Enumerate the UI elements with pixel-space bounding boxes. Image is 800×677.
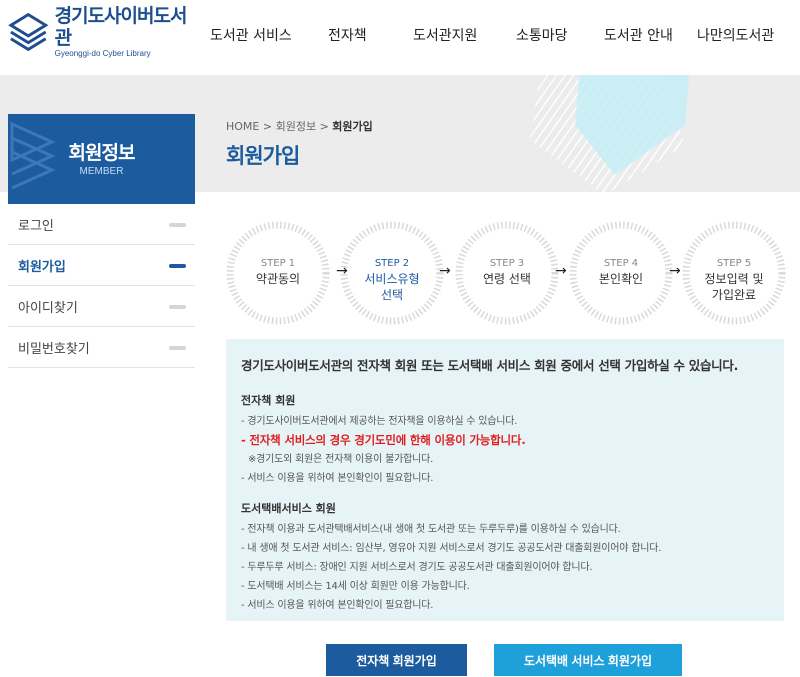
sidebar-menu: 로그인 회원가입 아이디찾기 비밀번호찾기 [8,204,195,368]
delivery-member-heading: 도서택배서비스 회원 [241,502,336,515]
sidebar-item-label: 비밀번호찾기 [18,341,90,357]
breadcrumb-current: 회원가입 [332,120,373,133]
step-label: 연령 선택 [483,272,531,286]
sidebar-item-signup[interactable]: 회원가입 [8,245,195,286]
sidebar-item-label: 아이디찾기 [18,300,78,316]
sidebar-item-find-password[interactable]: 비밀번호찾기 [8,327,195,368]
breadcrumb-separator: > [259,120,276,133]
info-line: - 서비스 이용을 위하여 본인확인이 필요합니다. [241,600,434,611]
breadcrumb-separator: > [316,120,333,133]
info-line: - 도서택배 서비스는 14세 이상 회원만 이용 가능합니다. [241,581,470,592]
hexagon-decoration [530,75,690,192]
step-number: STEP 1 [260,258,296,269]
membership-info-box: 경기도사이버도서관의 전자책 회원 또는 도서택배 서비스 회원 중에서 선택 … [226,339,784,621]
info-line: - 두루두루 서비스: 장애인 지원 서비스로서 경기도 공공도서관 대출회원이… [241,562,593,573]
nav-community[interactable]: 소통마당 [516,25,568,45]
step-2: STEP 2 서비스유형 선택 [340,221,444,325]
breadcrumb-member-info[interactable]: 회원정보 [276,120,316,133]
sidebar-item-indicator [169,305,186,309]
logo-subtitle: Gyeonggi-do Cyber Library [54,49,151,58]
step-arrow-icon: → [669,263,681,279]
info-intro: 경기도사이버도서관의 전자책 회원 또는 도서택배 서비스 회원 중에서 선택 … [241,358,739,373]
sidebar-item-label: 로그인 [18,218,54,234]
ebook-member-heading: 전자책 회원 [241,394,296,407]
page-title: 회원가입 [226,144,300,168]
nav-library-info[interactable]: 도서관 안내 [604,25,673,45]
info-line: - 전자책 이용과 도서관택배서비스(내 생애 첫 도서관 또는 두루두루)를 … [241,524,621,535]
sidebar-item-label: 회원가입 [18,259,66,275]
step-label: 서비스유형 선택 [364,272,420,302]
sidebar-item-indicator [169,223,186,227]
ebook-alert-text: - 전자책 서비스의 경우 경기도민에 한해 이용이 가능합니다. [241,433,526,447]
step-number: STEP 5 [716,258,752,269]
sidebar-item-find-id[interactable]: 아이디찾기 [8,286,195,327]
nav-ebook[interactable]: 전자책 [328,25,367,45]
step-3: STEP 3 연령 선택 [455,221,559,325]
step-number: STEP 2 [374,258,410,269]
step-number: STEP 3 [489,258,525,269]
breadcrumb-home[interactable]: HOME [226,120,259,133]
ebook-note: ※경기도외 회원은 전자책 이용이 불가합니다. [248,454,434,465]
delivery-signup-button[interactable]: 도서택배 서비스 회원가입 [494,644,682,676]
sidebar-item-login[interactable]: 로그인 [8,204,195,245]
step-5: STEP 5 정보입력 및 가입완료 [682,221,786,325]
nav-library-support[interactable]: 도서관지원 [413,25,477,45]
nav-library-service[interactable]: 도서관 서비스 [210,25,292,45]
step-number: STEP 4 [603,258,639,269]
sidebar-subtitle: MEMBER [79,166,124,177]
header: 경기도사이버도서관 Gyeonggi-do Cyber Library 도서관 … [0,0,800,75]
ebook-signup-button[interactable]: 전자책 회원가입 [326,644,467,676]
step-arrow-icon: → [336,263,348,279]
sidebar-title-panel: 회원정보 MEMBER [8,114,195,204]
info-line: - 내 생애 첫 도서관 서비스: 임산부, 영유아 지원 서비스로서 경기도 … [241,543,662,554]
sidebar-title: 회원정보 [68,142,136,164]
step-label: 약관동의 [255,272,301,286]
nav-my-library[interactable]: 나만의도서관 [697,25,774,45]
info-line: - 서비스 이용을 위하여 본인확인이 필요합니다. [241,473,434,484]
breadcrumb: HOME > 회원정보 > 회원가입 [226,118,373,134]
info-line: - 경기도사이버도서관에서 제공하는 전자책을 이용하실 수 있습니다. [241,416,518,427]
sidebar-item-indicator [169,264,186,268]
sidebar-item-indicator [169,346,186,350]
step-label: 정보입력 및 가입완료 [704,272,764,302]
step-1: STEP 1 약관동의 [226,221,330,325]
step-arrow-icon: → [555,263,567,279]
main-nav: 도서관 서비스 전자책 도서관지원 소통마당 도서관 안내 나만의도서관 [0,25,800,45]
step-4: STEP 4 본인확인 [569,221,673,325]
signup-steps: STEP 1 약관동의 → STEP 2 서비스유형 선택 → STEP 3 연령… [226,221,786,325]
step-label: 본인확인 [598,272,644,286]
